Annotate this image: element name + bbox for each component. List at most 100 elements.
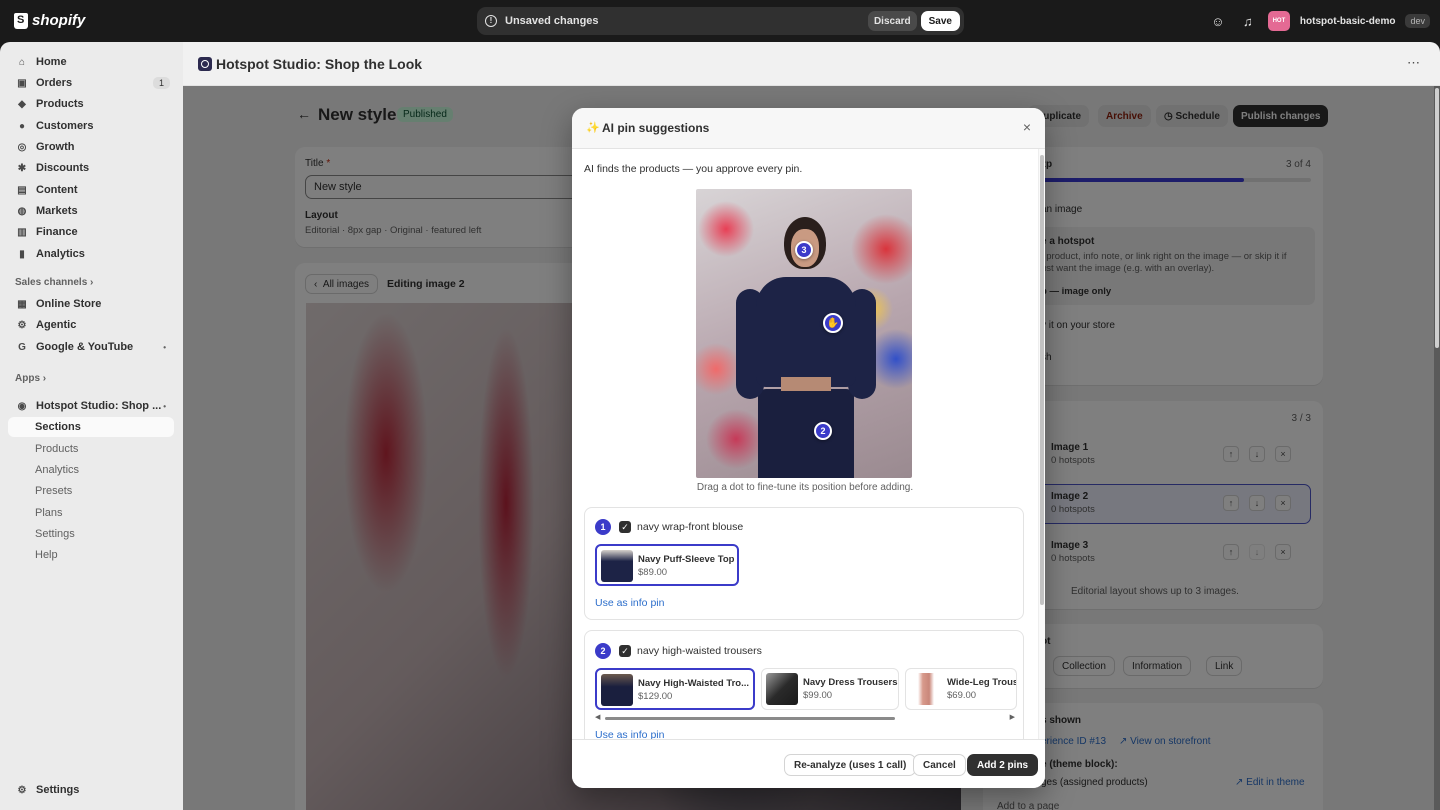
product-option-selected[interactable]: Navy High-Waisted Tro... $129.00: [595, 668, 755, 710]
sidebar-item-discounts[interactable]: ✱ Discounts: [8, 158, 174, 178]
top-right-controls: ☺ ♫ HOT hotspot-basic-demo dev: [1208, 11, 1430, 31]
sidebar-item-online-store[interactable]: ▦ Online Store: [8, 294, 174, 314]
sidebar-item-home[interactable]: ⌂ Home: [8, 52, 174, 72]
product-name: Navy High-Waisted Tro...: [638, 678, 750, 689]
suggestion-checkbox[interactable]: ✓: [619, 645, 631, 657]
sidebar-item-orders[interactable]: ▣ Orders 1: [8, 73, 174, 93]
product-thumbnail: [766, 673, 798, 705]
sidebar-item-settings[interactable]: ⚙ Settings: [8, 780, 174, 800]
sidebar-item-google-youtube[interactable]: G Google & YouTube •: [8, 337, 174, 357]
product-name: Navy Dress Trousers: [803, 677, 898, 688]
orders-count-badge: 1: [152, 77, 170, 89]
sidebar-item-label: Home: [36, 56, 67, 68]
sales-channels-label: Sales channels: [15, 277, 88, 288]
sidebar-sub-analytics[interactable]: Analytics: [8, 460, 174, 480]
close-icon[interactable]: ×: [1023, 119, 1031, 135]
home-icon: ⌂: [18, 56, 26, 68]
apps-heading[interactable]: Apps ›: [15, 373, 46, 384]
save-button[interactable]: Save: [920, 11, 960, 31]
sidebar-sub-sections[interactable]: Sections: [8, 417, 174, 437]
sidebar: ⌂ Home ▣ Orders 1 ◆ Products ● Customers ◎ Gro…: [0, 42, 183, 810]
modal-intro: AI finds the products — you approve ever…: [584, 163, 803, 175]
modal-body: AI finds the products — you approve ever…: [572, 149, 1038, 739]
sales-channels-heading[interactable]: Sales channels ›: [15, 277, 93, 288]
suggestion-preview-image: 3 ✋ 2: [696, 189, 912, 478]
google-icon: G: [18, 341, 26, 353]
sidebar-sub-help[interactable]: Help: [8, 545, 174, 565]
figure-body: [756, 277, 856, 387]
products-scrollbar-thumb[interactable]: [605, 717, 895, 720]
modal-header: ✨ AI pin suggestions ×: [572, 108, 1045, 149]
sidebar-item-label: Google & YouTube: [36, 341, 134, 353]
sidebar-item-label: Customers: [36, 120, 94, 132]
sidebar-item-label: Discounts: [36, 162, 90, 174]
suggestion-label: navy high-waisted trousers: [637, 645, 762, 657]
app-header: Hotspot Studio: Shop the Look ⋯: [183, 42, 1440, 86]
modal-title: AI pin suggestions: [602, 121, 710, 135]
store-icon: ▦: [17, 298, 27, 310]
pin-marker-3[interactable]: 3: [795, 241, 813, 259]
products-horizontal-scrollbar[interactable]: ◀ ▶: [595, 713, 1015, 721]
shopify-logo[interactable]: shopify: [14, 12, 85, 29]
product-option[interactable]: Wide-Leg Trous $69.00: [905, 668, 1017, 710]
product-thumbnail: [910, 673, 942, 705]
bank-icon: ▥: [17, 226, 27, 238]
sidebar-item-label: Online Store: [36, 298, 102, 310]
sidebar-item-label: Finance: [36, 226, 78, 238]
shopify-bag-icon: [14, 12, 28, 29]
unsaved-text: Unsaved changes: [505, 15, 599, 27]
dot-icon: •: [163, 342, 166, 352]
sidebar-item-hotspot-app[interactable]: ◉ Hotspot Studio: Shop ... •: [8, 396, 174, 416]
sidebar-item-content[interactable]: ▤ Content: [8, 180, 174, 200]
product-option[interactable]: Navy Dress Trousers $99.00: [761, 668, 899, 710]
orders-icon: ▣: [17, 77, 27, 89]
use-as-info-pin-link[interactable]: Use as info pin: [595, 597, 664, 609]
sidebar-item-label: Products: [36, 98, 84, 110]
sidebar-item-growth[interactable]: ◎ Growth: [8, 137, 174, 157]
tag-icon: ◆: [18, 98, 26, 110]
drag-caption: Drag a dot to fine-tune its position bef…: [696, 482, 914, 493]
suggestion-checkbox[interactable]: ✓: [619, 521, 631, 533]
sidebar-item-products[interactable]: ◆ Products: [8, 94, 174, 114]
sidebar-item-markets[interactable]: ◍ Markets: [8, 201, 174, 221]
unsaved-changes-bar: ! Unsaved changes Discard Save: [477, 7, 964, 35]
sidebar-item-customers[interactable]: ● Customers: [8, 116, 174, 136]
sidebar-item-label: Growth: [36, 141, 75, 153]
modal-scrollbar-thumb[interactable]: [1040, 155, 1044, 605]
cancel-button[interactable]: Cancel: [913, 754, 966, 776]
store-name[interactable]: hotspot-basic-demo: [1300, 16, 1396, 27]
drag-hand-icon[interactable]: ✋: [823, 313, 843, 333]
more-options-icon[interactable]: ⋯: [1407, 55, 1420, 71]
reanalyze-button[interactable]: Re-analyze (uses 1 call): [784, 754, 917, 776]
sidebar-sub-products[interactable]: Products: [8, 439, 174, 459]
scroll-left-icon[interactable]: ◀: [595, 713, 600, 721]
sidebar-item-label: Hotspot Studio: Shop ...: [36, 400, 162, 412]
product-name: Wide-Leg Trous: [947, 677, 1017, 688]
discard-button[interactable]: Discard: [867, 11, 917, 31]
dev-badge: dev: [1405, 14, 1430, 28]
hotspot-app-icon: ◉: [17, 400, 27, 412]
product-option-selected[interactable]: Navy Puff-Sleeve Top $89.00: [595, 544, 739, 586]
add-pins-button[interactable]: Add 2 pins: [967, 754, 1039, 776]
sidebar-sub-plans[interactable]: Plans: [8, 503, 174, 523]
sidebar-item-analytics[interactable]: ▮ Analytics: [8, 244, 174, 264]
suggestion-card: 2 ✓ navy high-waisted trousers Navy High…: [584, 630, 1024, 739]
pin-marker-2[interactable]: 2: [814, 422, 832, 440]
sidebar-sub-presets[interactable]: Presets: [8, 481, 174, 501]
sidebar-sub-settings[interactable]: Settings: [8, 524, 174, 544]
apps-label: Apps: [15, 373, 40, 384]
sidekick-icon[interactable]: ☺: [1208, 11, 1228, 31]
modal-scrollbar[interactable]: [1038, 149, 1045, 739]
figure-midriff: [781, 377, 831, 391]
page-scrollbar[interactable]: [1434, 86, 1440, 810]
suggestion-label: navy wrap-front blouse: [637, 521, 744, 533]
scroll-right-icon[interactable]: ▶: [1010, 713, 1015, 721]
sidebar-item-finance[interactable]: ▥ Finance: [8, 222, 174, 242]
store-avatar[interactable]: HOT: [1267, 11, 1290, 31]
bell-icon[interactable]: ♫: [1238, 11, 1258, 31]
alert-icon: !: [485, 15, 497, 27]
sidebar-item-agentic[interactable]: ⚙ Agentic: [8, 315, 174, 335]
use-as-info-pin-link[interactable]: Use as info pin: [595, 729, 664, 739]
page-scrollbar-thumb[interactable]: [1435, 88, 1439, 348]
suggestion-card: 1 ✓ navy wrap-front blouse Navy Puff-Sle…: [584, 507, 1024, 620]
